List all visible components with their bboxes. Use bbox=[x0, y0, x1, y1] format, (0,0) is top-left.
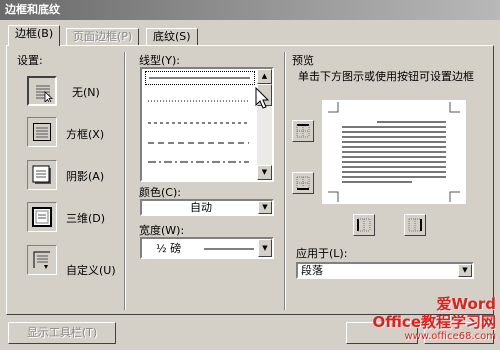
preview-heading: 预览 bbox=[292, 54, 314, 67]
width-label: 宽度(W): bbox=[139, 224, 185, 237]
setting-none-button[interactable] bbox=[27, 76, 57, 106]
tab-shading[interactable]: 底纹(S) bbox=[146, 28, 198, 45]
left-border-icon bbox=[357, 218, 371, 232]
3d-border-icon bbox=[32, 207, 52, 227]
shadow-border-icon bbox=[32, 165, 51, 184]
line-style-dotted[interactable] bbox=[145, 95, 255, 109]
settings-heading: 设置: bbox=[17, 54, 43, 67]
chevron-down-icon[interactable]: ▼ bbox=[258, 201, 272, 214]
scroll-down-icon[interactable]: ▼ bbox=[257, 165, 272, 180]
width-select[interactable]: ½ 磅 ▼ bbox=[140, 237, 274, 259]
setting-shadow-label: 阴影(A) bbox=[66, 170, 105, 183]
setting-none-label: 无(N) bbox=[72, 86, 100, 99]
preview-area[interactable] bbox=[322, 100, 466, 204]
apply-to-value: 段落 bbox=[301, 264, 323, 277]
top-border-button[interactable] bbox=[292, 120, 314, 142]
watermark-line1: 爱Word bbox=[436, 295, 496, 313]
right-border-button[interactable] bbox=[404, 214, 426, 236]
preview-hint: 单击下方图示或使用按钮可设置边框 bbox=[298, 70, 474, 83]
custom-border-icon bbox=[33, 251, 50, 269]
dialog-title: 边框和底纹 bbox=[0, 0, 500, 20]
tab-borders[interactable]: 边框(B) bbox=[8, 25, 61, 46]
left-border-button[interactable] bbox=[353, 214, 375, 236]
tab-page-border[interactable]: 页面边框(P) bbox=[66, 28, 140, 45]
color-value: 自动 bbox=[190, 201, 212, 214]
width-sample-line bbox=[204, 248, 254, 250]
divider bbox=[124, 52, 126, 310]
line-style-scrollbar[interactable]: ▲ ▼ bbox=[257, 69, 272, 180]
line-style-list[interactable]: ▲ ▼ bbox=[140, 67, 274, 182]
line-style-label: 线型(Y): bbox=[139, 54, 181, 67]
show-toolbar-button[interactable]: 显示工具栏(T) bbox=[8, 322, 116, 344]
line-style-dashed[interactable] bbox=[145, 137, 255, 151]
preview-page bbox=[328, 102, 460, 202]
mouse-cursor-icon bbox=[255, 87, 270, 109]
setting-3d-label: 三维(D) bbox=[66, 212, 106, 225]
divider bbox=[284, 52, 286, 310]
setting-3d-button[interactable] bbox=[27, 202, 57, 232]
apply-to-label: 应用于(L): bbox=[296, 247, 348, 260]
width-value: ½ 磅 bbox=[156, 242, 182, 255]
bottom-border-button[interactable] bbox=[292, 172, 314, 194]
scroll-up-icon[interactable]: ▲ bbox=[257, 69, 272, 84]
setting-custom-label: 自定义(U) bbox=[66, 264, 116, 277]
setting-shadow-button[interactable] bbox=[27, 160, 57, 190]
line-style-solid[interactable] bbox=[145, 71, 255, 85]
bottom-border-icon bbox=[296, 176, 310, 190]
chevron-down-icon[interactable]: ▼ bbox=[258, 239, 272, 257]
line-style-dashed-short[interactable] bbox=[145, 117, 255, 131]
none-border-icon bbox=[36, 85, 53, 102]
setting-custom-button[interactable] bbox=[27, 245, 57, 275]
right-border-icon bbox=[408, 218, 422, 232]
color-label: 颜色(C): bbox=[139, 186, 181, 199]
watermark-logo: 爱Word Office教程学习网 www.office68.com bbox=[306, 296, 496, 346]
chevron-down-icon[interactable]: ▼ bbox=[458, 264, 472, 277]
watermark-line2: Office教程学习网 bbox=[372, 313, 496, 331]
line-style-dash-dot[interactable] bbox=[145, 156, 255, 170]
top-border-icon bbox=[296, 124, 310, 138]
color-select[interactable]: 自动 ▼ bbox=[140, 199, 274, 216]
box-border-icon bbox=[33, 123, 51, 141]
apply-to-select[interactable]: 段落 ▼ bbox=[296, 262, 474, 279]
setting-box-label: 方框(X) bbox=[66, 128, 105, 141]
setting-box-button[interactable] bbox=[27, 117, 57, 147]
watermark-line3: www.office68.com bbox=[404, 331, 497, 342]
